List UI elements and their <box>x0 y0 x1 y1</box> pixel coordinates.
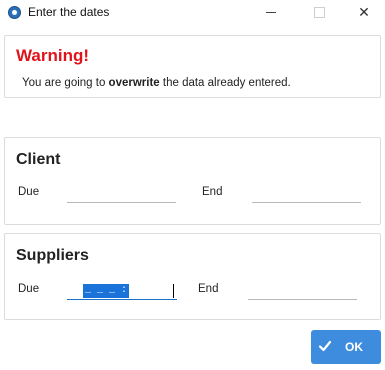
close-button[interactable]: ✕ <box>343 0 385 25</box>
maximize-icon <box>313 7 325 18</box>
client-end-field[interactable] <box>252 202 361 203</box>
suppliers-end-field[interactable] <box>248 299 357 300</box>
client-due-label: Due <box>18 186 40 198</box>
client-panel: Client Due End <box>4 137 381 225</box>
client-end-label: End <box>202 186 223 198</box>
warning-message: You are going to overwrite the data alre… <box>22 77 291 89</box>
maximize-button[interactable] <box>298 0 340 25</box>
ok-button[interactable]: OK <box>311 330 381 364</box>
title-bar: Enter the dates ✕ <box>0 0 385 25</box>
suppliers-title: Suppliers <box>16 247 89 264</box>
warning-message-end: the data already entered. <box>159 77 291 89</box>
warning-message-start: You are going to <box>22 77 109 89</box>
minimize-icon <box>266 12 276 13</box>
client-title: Client <box>16 151 61 168</box>
warning-title: Warning! <box>16 46 90 65</box>
text-caret <box>173 284 174 298</box>
suppliers-due-value: _ _ _ : <box>83 284 130 298</box>
client-due-field[interactable] <box>67 202 176 203</box>
suppliers-due-field[interactable]: _ _ _ : <box>67 284 177 300</box>
suppliers-due-label: Due <box>18 283 40 295</box>
suppliers-end-label: End <box>198 283 219 295</box>
suppliers-panel: Suppliers Due _ _ _ : End <box>4 233 381 320</box>
check-icon <box>319 340 331 352</box>
minimize-button[interactable] <box>250 0 292 25</box>
warning-message-emphasis: overwrite <box>108 77 160 89</box>
close-icon: ✕ <box>358 4 370 20</box>
ok-label: OK <box>345 340 363 354</box>
window-title: Enter the dates <box>28 5 110 19</box>
warning-panel: Warning! You are going to overwrite the … <box>4 35 381 98</box>
app-icon <box>8 6 21 19</box>
